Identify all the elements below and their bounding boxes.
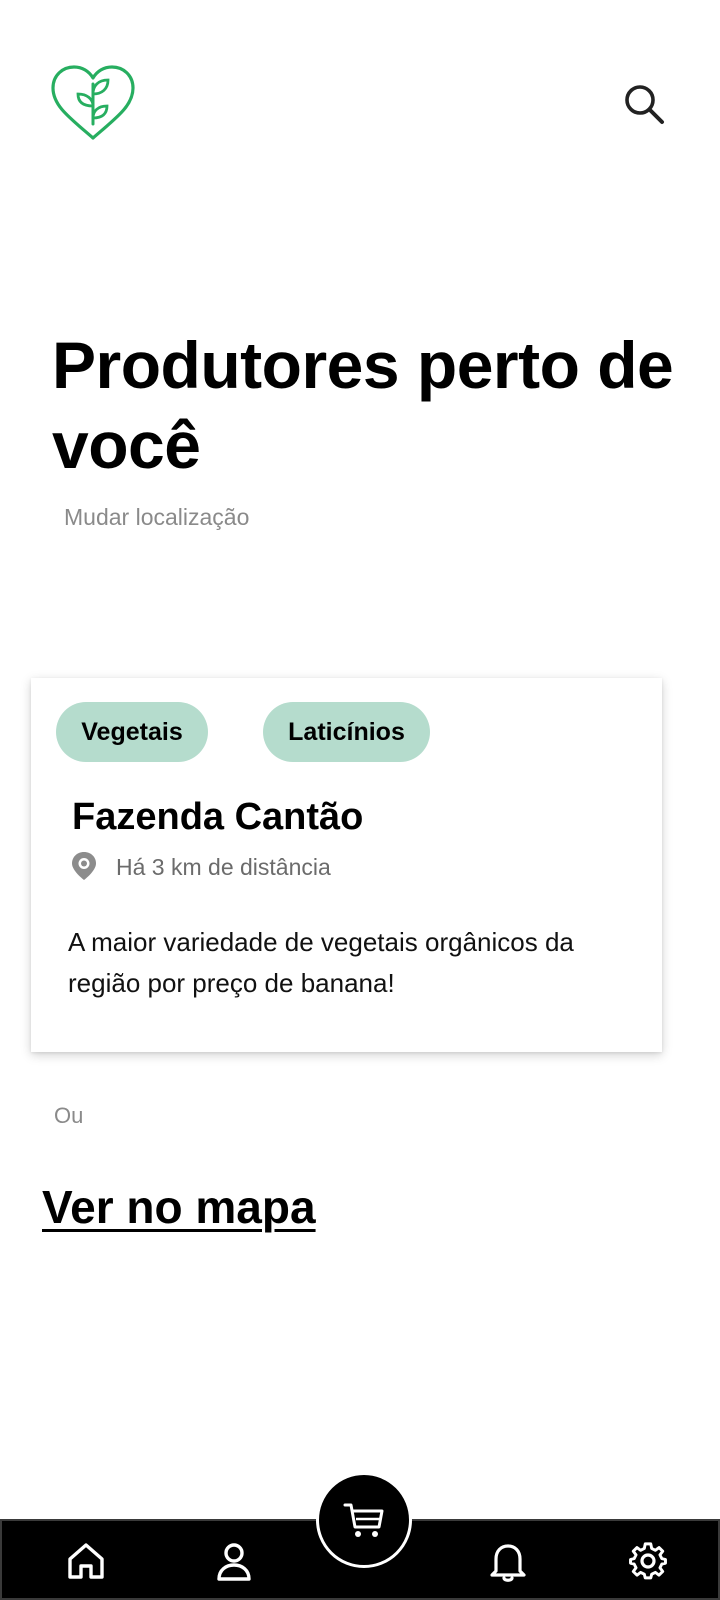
tag-chip[interactable]: Vegetais	[56, 702, 208, 762]
distance-text: Há 3 km de distância	[116, 854, 331, 880]
heart-plant-logo-icon	[51, 65, 135, 140]
gear-icon	[629, 1542, 667, 1580]
producer-card[interactable]: Vegetais Laticínios Fazenda Cantão Há 3 …	[31, 678, 662, 1052]
producer-description: A maior variedade de vegetais orgânicos …	[68, 927, 574, 998]
tag-chip[interactable]: Laticínios	[263, 702, 430, 762]
change-location-link[interactable]: Mudar localização	[64, 504, 249, 531]
nav-home[interactable]	[60, 1535, 112, 1587]
nav-profile[interactable]	[208, 1535, 260, 1587]
search-icon	[625, 85, 664, 124]
home-icon	[68, 1543, 104, 1579]
profile-icon	[217, 1543, 251, 1581]
cart-icon	[343, 1503, 384, 1537]
bell-icon	[490, 1544, 526, 1582]
nav-notifications[interactable]	[482, 1535, 534, 1587]
view-map-link[interactable]: Ver no mapa	[42, 1180, 316, 1234]
producer-name: Fazenda Cantão	[72, 796, 364, 838]
logo	[50, 64, 136, 144]
page-title: Produtores perto de você	[52, 328, 674, 482]
search-button[interactable]	[620, 80, 668, 128]
cart-button[interactable]	[316, 1472, 412, 1568]
location-pin-icon	[72, 852, 96, 880]
nav-settings[interactable]	[622, 1535, 674, 1587]
or-label: Ou	[54, 1103, 84, 1128]
